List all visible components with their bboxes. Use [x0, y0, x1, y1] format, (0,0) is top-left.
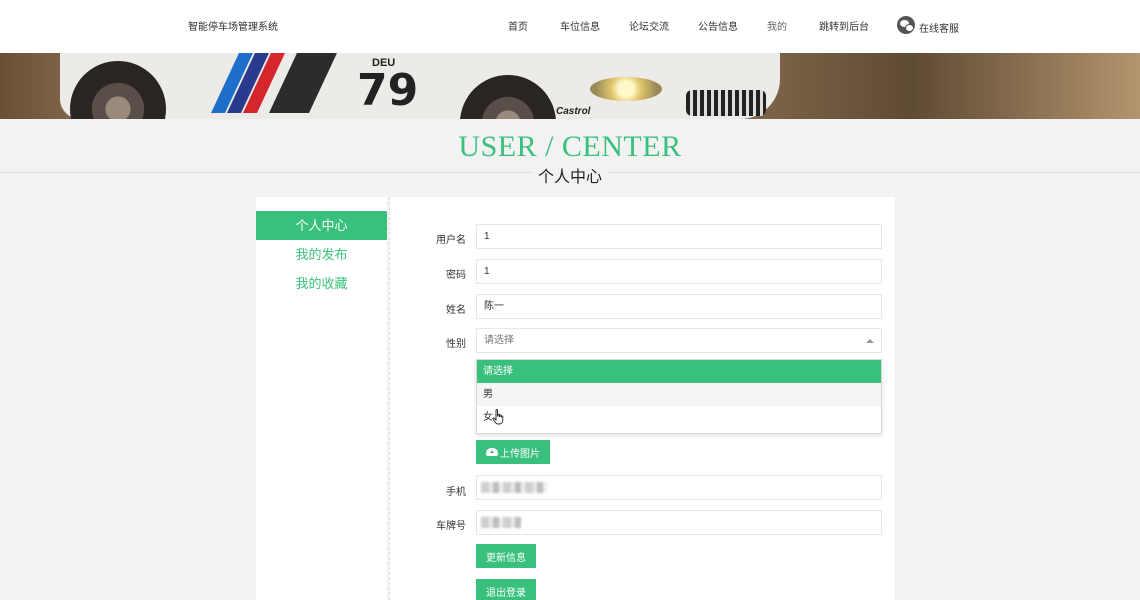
- online-service-label: 在线客服: [919, 24, 959, 35]
- top-navbar: 智能停车场管理系统 首页 车位信息 论坛交流 公告信息 我的 跳转到后台 在线客…: [0, 0, 1140, 53]
- plate-value-redacted: [481, 517, 521, 528]
- phone-label: 手机: [446, 487, 466, 498]
- gender-option-male[interactable]: 男: [477, 383, 881, 406]
- sidebar-item-my-posts[interactable]: 我的发布: [256, 240, 387, 269]
- gender-select-value: 请选择: [484, 335, 514, 346]
- gender-option-female[interactable]: 女: [477, 406, 881, 429]
- password-label: 密码: [446, 270, 466, 281]
- car-grille: [686, 90, 766, 116]
- user-sidebar: 个人中心 我的发布 我的收藏: [256, 197, 387, 600]
- gender-label: 性别: [446, 339, 466, 350]
- page-title-zh: 个人中心: [531, 169, 608, 186]
- name-label: 姓名: [446, 305, 466, 316]
- upload-image-label: 上传图片: [500, 448, 540, 460]
- nav-mine[interactable]: 我的: [767, 18, 787, 33]
- sidebar-item-my-favorites[interactable]: 我的收藏: [256, 269, 387, 298]
- nav-notice[interactable]: 公告信息: [698, 18, 738, 33]
- username-input[interactable]: 1: [476, 224, 882, 249]
- logout-button[interactable]: 退出登录: [476, 579, 536, 600]
- phone-value-redacted: [481, 482, 547, 493]
- page-title-zh-wrap: 个人中心: [0, 163, 1140, 187]
- plate-label: 车牌号: [436, 521, 466, 532]
- username-label: 用户名: [436, 235, 466, 246]
- gender-select[interactable]: 请选择: [476, 328, 882, 353]
- nav-forum[interactable]: 论坛交流: [629, 18, 669, 33]
- car-sponsor-label: Castrol: [556, 106, 591, 117]
- plate-input[interactable]: [476, 510, 882, 535]
- site-brand[interactable]: 智能停车场管理系统: [188, 18, 278, 33]
- nav-home[interactable]: 首页: [508, 18, 528, 33]
- password-input[interactable]: 1: [476, 259, 882, 284]
- hand-cursor-icon: [492, 409, 504, 425]
- page-title-en: USER / CENTER: [458, 130, 682, 163]
- sidebar-item-user-center[interactable]: 个人中心: [256, 211, 387, 240]
- car-number: 79: [357, 65, 419, 116]
- car-headlight: [590, 77, 662, 101]
- update-info-button[interactable]: 更新信息: [476, 544, 536, 568]
- cloud-upload-icon: [486, 448, 498, 456]
- race-car-image: [60, 53, 780, 119]
- gender-option-placeholder[interactable]: 请选择: [477, 360, 881, 383]
- name-input[interactable]: 陈一: [476, 294, 882, 319]
- nav-admin[interactable]: 跳转到后台: [819, 18, 869, 33]
- wechat-icon: [897, 15, 915, 34]
- upload-image-button[interactable]: 上传图片: [476, 440, 550, 464]
- user-form-panel: 用户名 1 密码 1 姓名 陈一 性别 请选择 请选择 男 女 上传图片 手机 …: [389, 197, 895, 600]
- nav-parking-info[interactable]: 车位信息: [560, 18, 600, 33]
- hero-banner: DEU 79 Castrol: [0, 53, 1140, 119]
- gender-dropdown: 请选择 男 女: [476, 359, 882, 434]
- caret-up-icon: [866, 339, 874, 343]
- phone-input[interactable]: [476, 475, 882, 500]
- online-service-link[interactable]: 在线客服: [897, 14, 959, 35]
